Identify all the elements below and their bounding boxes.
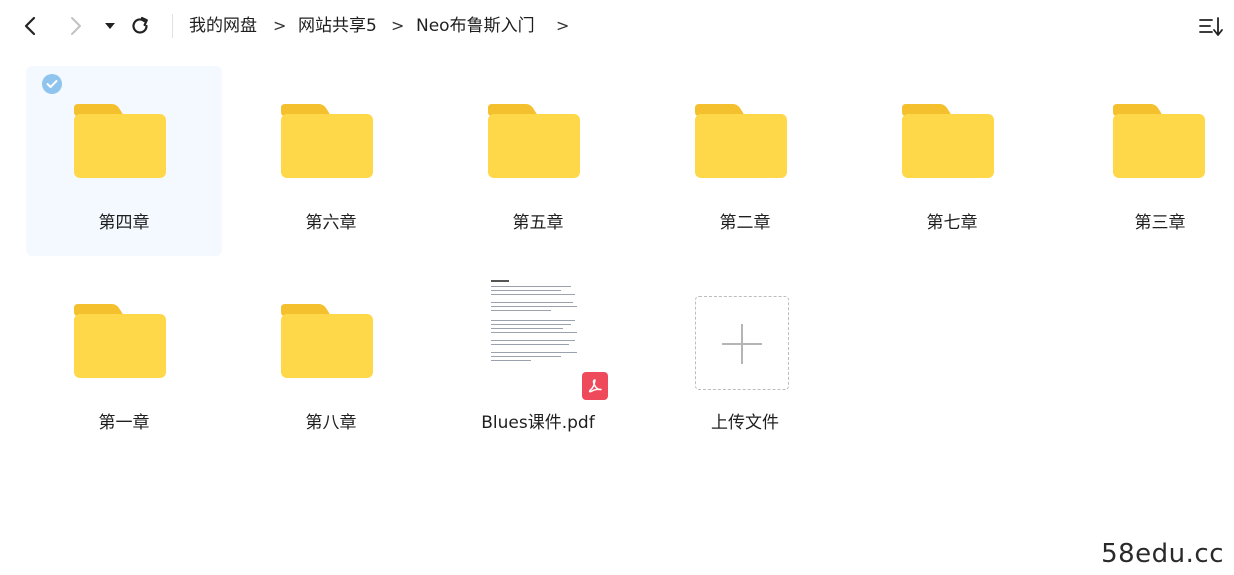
chevron-right-icon (71, 17, 81, 35)
caret-down-icon (105, 23, 115, 29)
item-name: Blues课件.pdf (481, 413, 595, 433)
item-name: 第八章 (305, 413, 357, 433)
toolbar: 我的网盘 > 网站共享5 > Neo布鲁斯入门 > (0, 0, 1234, 54)
chevron-left-icon (24, 16, 36, 36)
folder-item[interactable]: 第六章 (233, 66, 429, 256)
folder-icon (902, 104, 994, 178)
breadcrumb-separator: > (556, 16, 570, 35)
history-dropdown-button[interactable] (96, 12, 124, 40)
folder-icon (281, 104, 373, 178)
folder-icon (488, 104, 580, 178)
folder-icon (74, 104, 166, 178)
watermark: 58edu.cc (1101, 539, 1224, 569)
breadcrumb-separator: > (391, 16, 405, 35)
pdf-thumbnail (485, 272, 608, 400)
item-name: 第六章 (305, 213, 357, 233)
item-name: 第四章 (98, 213, 150, 233)
toolbar-divider (172, 14, 173, 38)
folder-item[interactable]: 第四章 (26, 66, 222, 256)
breadcrumb-item-share[interactable]: 网站共享5 (298, 15, 377, 37)
sort-list-icon (1199, 17, 1223, 36)
upload-file-button[interactable]: 上传文件 (647, 266, 843, 456)
folder-item[interactable]: 第七章 (854, 66, 1050, 256)
item-name: 第二章 (719, 213, 771, 233)
folder-icon (1113, 104, 1205, 178)
folder-item[interactable]: 第三章 (1036, 66, 1232, 256)
pdf-icon (582, 372, 608, 400)
file-item-pdf[interactable]: Blues课件.pdf (440, 266, 636, 456)
refresh-button[interactable] (126, 12, 154, 40)
item-name: 第五章 (512, 213, 564, 233)
breadcrumb-item-my-drive[interactable]: 我的网盘 (189, 15, 257, 37)
forward-button[interactable] (62, 12, 90, 40)
upload-label: 上传文件 (711, 413, 779, 433)
folder-item[interactable]: 第一章 (26, 266, 222, 456)
breadcrumb-item-current[interactable]: Neo布鲁斯入门 (416, 15, 535, 37)
back-button[interactable] (16, 12, 44, 40)
breadcrumb-separator: > (273, 16, 287, 35)
refresh-icon (132, 16, 148, 34)
item-name: 第三章 (1134, 213, 1186, 233)
folder-icon (74, 304, 166, 378)
folder-icon (281, 304, 373, 378)
item-name: 第一章 (98, 413, 150, 433)
folder-item[interactable]: 第八章 (233, 266, 429, 456)
sort-button[interactable] (1198, 14, 1224, 40)
folder-icon (695, 104, 787, 178)
folder-item[interactable]: 第二章 (647, 66, 843, 256)
plus-icon (741, 324, 743, 364)
item-name: 第七章 (926, 213, 978, 233)
checkmark-icon[interactable] (42, 74, 62, 94)
upload-dropzone[interactable] (695, 296, 789, 390)
folder-item[interactable]: 第五章 (440, 66, 636, 256)
